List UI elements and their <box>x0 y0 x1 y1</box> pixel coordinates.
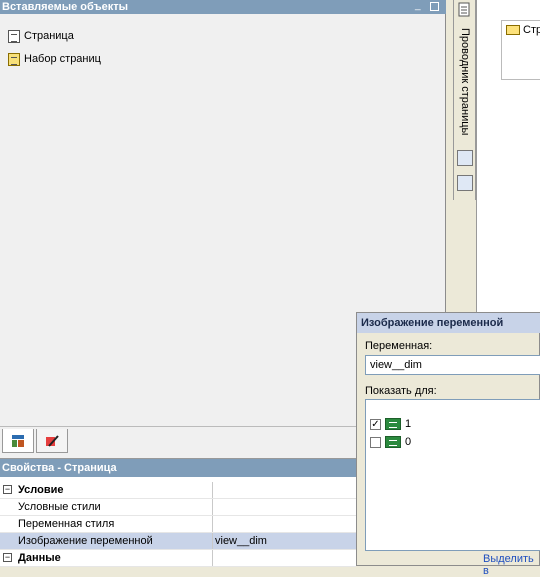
property-value[interactable] <box>213 516 356 532</box>
variable-display-dialog: Изображение переменной Переменная: view_… <box>356 312 540 577</box>
page-set-icon <box>8 52 20 66</box>
maximize-button[interactable] <box>430 2 439 11</box>
page-explorer: Стр <box>476 0 540 316</box>
property-name: Переменная стиля <box>0 516 213 532</box>
collapse-icon[interactable]: − <box>3 485 12 494</box>
structure-icon[interactable] <box>457 175 473 191</box>
objects-tab-icon <box>12 434 24 447</box>
option-label: 0 <box>405 436 412 448</box>
show-for-label: Показать для: <box>365 385 437 397</box>
object-item-page-set[interactable]: Набор страниц <box>8 50 101 68</box>
property-name: Изображение переменной <box>0 533 213 549</box>
styles-icon[interactable] <box>457 150 473 166</box>
object-item-label: Набор страниц <box>24 53 101 65</box>
object-item-page[interactable]: Страница <box>8 27 74 45</box>
variable-label: Переменная: <box>365 340 433 352</box>
show-for-list: ✓ 1 0 <box>365 399 540 551</box>
property-row[interactable]: Переменная стиля <box>0 516 356 533</box>
dialog-title: Изображение переменной <box>357 313 540 333</box>
minimize-button[interactable]: _ <box>415 1 425 12</box>
list-item[interactable]: 0 <box>370 434 411 450</box>
side-strip: Проводник страницы <box>453 0 476 200</box>
variable-field[interactable]: view__dim <box>365 355 540 375</box>
value-icon <box>385 436 401 448</box>
property-row[interactable]: Условные стили <box>0 499 356 516</box>
folder-icon <box>506 25 520 35</box>
option-label: 1 <box>405 418 412 430</box>
property-name: Условные стили <box>0 499 213 515</box>
properties-panel: Свойства - Страница − Условие Условные с… <box>0 458 356 567</box>
property-group-data[interactable]: − Данные <box>0 550 356 567</box>
edit-tab-icon <box>46 434 59 447</box>
inserted-objects-title: Вставляемые объекты <box>0 0 446 14</box>
object-item-label: Страница <box>24 30 74 42</box>
tab-properties[interactable] <box>36 429 68 453</box>
property-value[interactable] <box>213 499 356 515</box>
value-icon <box>385 418 401 430</box>
property-row-selected[interactable]: Изображение переменной view__dim <box>0 533 356 550</box>
tab-objects[interactable] <box>2 429 34 453</box>
tree-root-item[interactable]: Стр <box>502 21 540 39</box>
property-name: Данные <box>0 550 213 566</box>
property-group-condition[interactable]: − Условие <box>0 482 356 499</box>
tab-page-explorer[interactable]: Проводник страницы <box>454 22 476 142</box>
checkbox-checked[interactable]: ✓ <box>370 418 381 430</box>
property-name: Условие <box>0 482 213 498</box>
select-link[interactable]: Выделить в <box>483 553 539 577</box>
tree-root-label: Стр <box>523 24 540 36</box>
page-explorer-icon <box>458 2 470 17</box>
page-icon <box>8 29 20 43</box>
checkbox-unchecked[interactable] <box>370 436 381 448</box>
collapse-icon[interactable]: − <box>3 553 12 562</box>
properties-title: Свойства - Страница <box>0 459 356 477</box>
list-item[interactable]: ✓ 1 <box>370 416 411 432</box>
property-value[interactable]: view__dim <box>213 533 356 549</box>
explorer-tree: Стр <box>501 20 540 80</box>
property-value <box>213 482 356 498</box>
property-value <box>213 550 356 566</box>
